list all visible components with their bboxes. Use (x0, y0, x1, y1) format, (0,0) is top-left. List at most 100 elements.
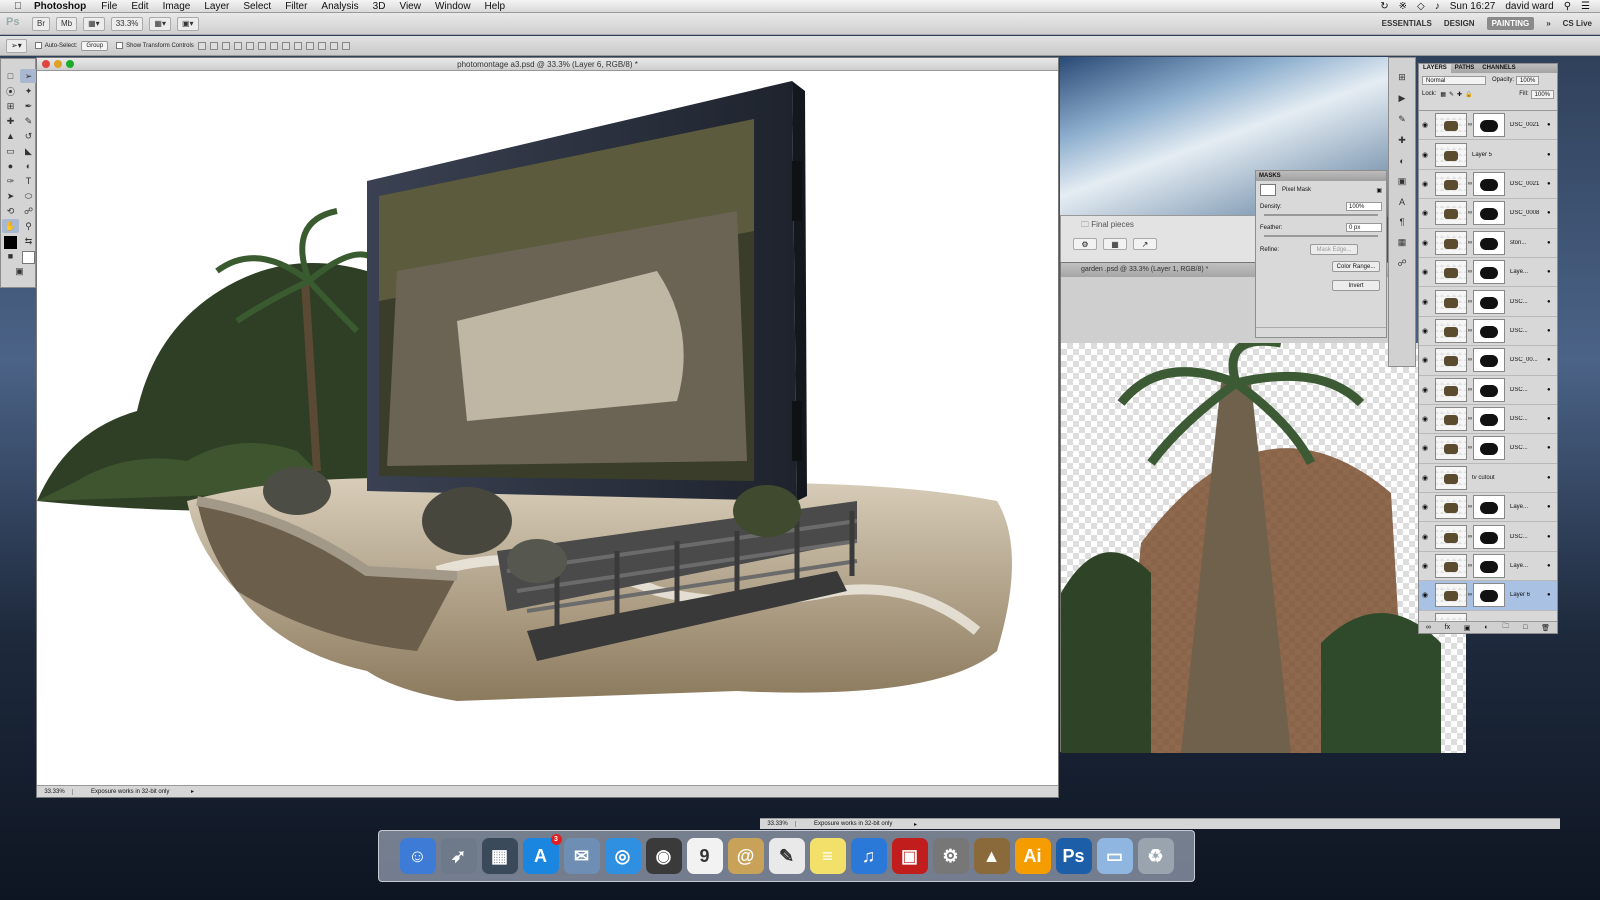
new-group-icon[interactable]: 🗀 (1502, 622, 1509, 633)
menu-view[interactable]: View (399, 1, 421, 12)
layer-mask-thumbnail[interactable] (1473, 289, 1505, 314)
visibility-eye-icon[interactable]: ◉ (1419, 562, 1431, 570)
layer-mask-thumbnail[interactable] (1473, 230, 1505, 255)
distribute-top-icon[interactable] (269, 41, 278, 50)
menu-window[interactable]: Window (435, 1, 471, 12)
layer-name[interactable]: DSC... (1510, 416, 1547, 422)
layer-thumbnail[interactable] (1435, 348, 1467, 373)
lock-pixels-icon[interactable]: ✎ (1449, 91, 1454, 98)
tool-preset-picker[interactable]: ➢▾ (6, 38, 27, 53)
illustrator-icon[interactable]: Ai (1014, 838, 1051, 874)
density-slider[interactable] (1264, 214, 1378, 216)
layer-thumbnail[interactable] (1435, 583, 1467, 608)
stickies-icon[interactable]: ≡ (809, 838, 846, 874)
character-panel-icon[interactable]: A (1399, 197, 1405, 207)
masks-panel-icon[interactable]: ▣ (1398, 176, 1407, 187)
align-vcenter-icon[interactable] (209, 41, 218, 50)
layer-mask-thumbnail[interactable] (1473, 348, 1505, 373)
fill-input[interactable]: 100% (1530, 89, 1554, 99)
dodge-tool-icon[interactable]: ◐ (20, 159, 37, 173)
layer-thumbnail[interactable] (1435, 465, 1467, 490)
layer-name[interactable]: Laye... (1510, 563, 1547, 569)
background-color-icon[interactable] (22, 251, 35, 264)
distribute-hcenter-icon[interactable] (317, 41, 326, 50)
layer-name[interactable]: DSC... (1510, 387, 1547, 393)
layer-thumbnail[interactable] (1435, 260, 1467, 285)
calendar-icon[interactable]: 9 (686, 838, 723, 874)
layer-name[interactable]: tv cutout (1472, 475, 1547, 481)
mask-edge-button[interactable]: Mask Edge... (1310, 244, 1358, 255)
layer-name[interactable]: DSC... (1510, 299, 1547, 305)
finder-action-button[interactable]: ⚙ (1073, 238, 1097, 250)
layer-name[interactable]: DSC_0021 (1510, 181, 1547, 187)
layer-row[interactable]: ◉ ∞ Laye... ● (1419, 257, 1557, 288)
menu-help[interactable]: Help (485, 1, 506, 12)
marquee-tool-icon[interactable]: □ (2, 69, 19, 83)
layer-row[interactable]: ◉ ∞ DSC... ● (1419, 375, 1557, 405)
layer-mask-thumbnail[interactable] (1473, 436, 1505, 461)
auto-select-checkbox[interactable] (34, 42, 42, 49)
layer-name[interactable]: DSC... (1510, 328, 1547, 334)
layer-name[interactable]: DSC... (1510, 534, 1547, 540)
history-brush-tool-icon[interactable]: ↺ (20, 129, 37, 143)
layer-name[interactable]: DSC_00... (1510, 357, 1547, 363)
document-title-bar[interactable]: photomontage a3.psd @ 33.3% (Layer 6, RG… (37, 58, 1058, 71)
density-input[interactable]: 100% (1346, 202, 1382, 211)
eyedropper-tool-icon[interactable]: ✒ (20, 99, 37, 113)
screen-mode-button[interactable]: ▣▾ (176, 16, 199, 31)
finder-icon[interactable]: ☺ (399, 838, 436, 874)
layer-row[interactable]: ◉ ∞ DSC... ● (1419, 522, 1557, 552)
layer-mask-thumbnail[interactable] (1473, 495, 1505, 520)
tab-channels[interactable]: CHANNELS (1478, 64, 1519, 73)
show-transform-checkbox[interactable] (116, 42, 124, 49)
zoom-tool-icon[interactable]: ⚲ (20, 219, 37, 233)
info-panel-icon[interactable]: ▦ (1398, 237, 1407, 248)
auto-align-icon[interactable] (341, 41, 350, 50)
brush-tool-icon[interactable]: ✎ (20, 114, 37, 128)
arrange-documents-button[interactable]: ▦▾ (149, 16, 171, 31)
align-left-icon[interactable] (233, 41, 242, 50)
photoshop-icon[interactable]: Ps (1055, 838, 1092, 874)
layer-style-icon[interactable]: fx (1445, 624, 1450, 631)
layer-thumbnail[interactable] (1435, 201, 1467, 226)
blend-mode-select[interactable]: Normal (1422, 75, 1486, 85)
visibility-eye-icon[interactable]: ◉ (1419, 239, 1431, 247)
more-workspaces-icon[interactable]: » (1546, 19, 1550, 28)
path-select-tool-icon[interactable]: ➤ (2, 189, 19, 203)
opacity-input[interactable]: 100% (1516, 75, 1540, 85)
workspace-painting[interactable]: PAINTING (1486, 17, 1535, 30)
layer-thumbnail[interactable] (1435, 142, 1467, 167)
layer-row[interactable]: ◉ ∞ DSC... ● (1419, 404, 1557, 435)
layer-mask-thumbnail[interactable] (1473, 318, 1505, 343)
layer-mask-thumbnail[interactable] (1473, 171, 1505, 196)
second-document-zoom-field[interactable]: 33.33% (760, 821, 796, 827)
layer-mask-thumbnail[interactable] (1473, 377, 1505, 402)
layer-row[interactable]: ◉ Layer 5 ● (1419, 140, 1557, 170)
layer-row[interactable]: ◉ ∞ Layer 6 ● (1419, 581, 1557, 611)
cs-live-button[interactable]: CS Live (1563, 19, 1592, 28)
distribute-bottom-icon[interactable] (293, 41, 302, 50)
brush-panel-icon[interactable]: ✎ (1398, 114, 1406, 125)
align-top-icon[interactable] (197, 41, 206, 50)
blur-tool-icon[interactable]: ● (2, 159, 19, 173)
menu-image[interactable]: Image (163, 1, 191, 12)
visibility-eye-icon[interactable]: ◉ (1419, 415, 1431, 423)
layer-name[interactable]: Layer 5 (1472, 152, 1547, 158)
quick-select-tool-icon[interactable]: ✦ (20, 84, 37, 98)
app-store-icon[interactable]: A3 (522, 834, 562, 874)
workspace-essentials[interactable]: ESSENTIALS (1382, 19, 1432, 28)
bluetooth-icon[interactable]: ※ (1399, 1, 1407, 12)
layer-thumbnail[interactable] (1435, 230, 1467, 255)
layer-row[interactable]: ◉ ∞ Laye... ● (1419, 551, 1557, 582)
layer-thumbnail[interactable] (1435, 436, 1467, 461)
paragraph-panel-icon[interactable]: ¶ (1400, 217, 1405, 227)
second-status-menu-arrow-icon[interactable]: ▸ (914, 821, 917, 828)
safari-icon[interactable]: ◎ (604, 838, 641, 874)
layer-mask-thumbnail[interactable] (1473, 260, 1505, 285)
layer-row[interactable]: ◉ tv cutout ● (1419, 463, 1557, 494)
distribute-vcenter-icon[interactable] (281, 41, 290, 50)
system-preferences-icon[interactable]: ⚙ (932, 838, 969, 874)
visibility-eye-icon[interactable]: ◉ (1419, 180, 1431, 188)
visibility-eye-icon[interactable]: ◉ (1419, 121, 1431, 129)
quick-mask-icon[interactable]: ▣ (2, 264, 37, 278)
